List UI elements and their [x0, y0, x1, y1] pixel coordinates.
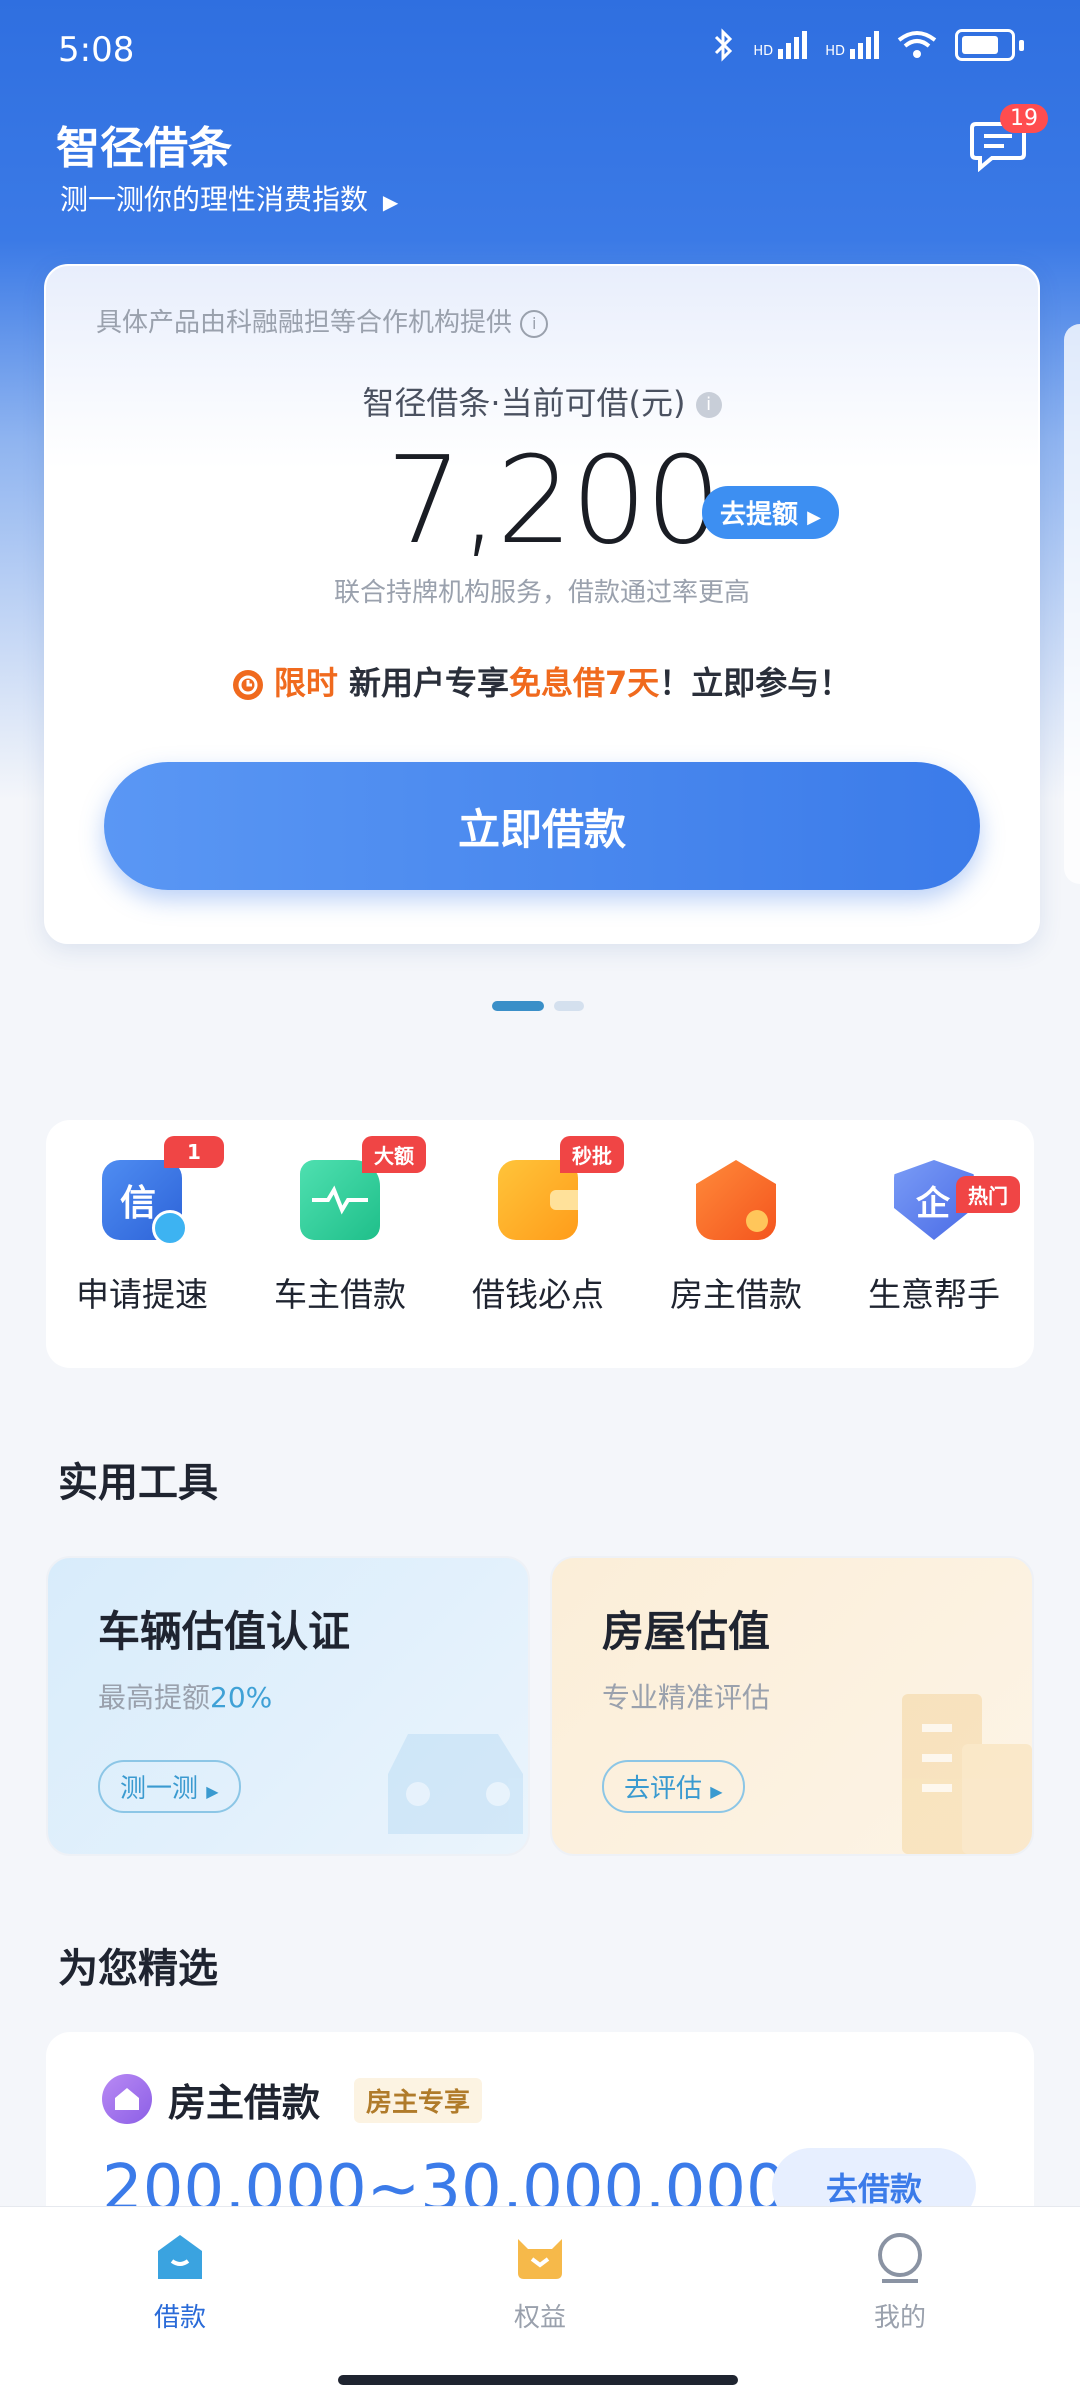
clock-icon: [232, 670, 263, 700]
consumption-index-link[interactable]: 测一测你的理性消费指数 ▶: [60, 178, 398, 218]
car-test-button[interactable]: 测一测 ▶: [98, 1760, 241, 1813]
promo-text-2: ！立即参与！: [659, 664, 852, 702]
car-illustration-icon: [388, 1734, 523, 1834]
info-icon: i: [520, 309, 549, 338]
service-label: 申请提速: [76, 1275, 208, 1314]
service-borrow-must[interactable]: 秒批 借钱必点: [448, 1136, 628, 1316]
house-valuation-sub: 专业精准评估: [602, 1681, 771, 1714]
home-indicator[interactable]: [338, 2375, 738, 2385]
borrow-tab-icon: [158, 2235, 202, 2279]
status-bar: 5:08 HD HD: [0, 0, 1080, 100]
service-car-loan[interactable]: 大额 车主借款: [250, 1136, 430, 1316]
credit-label: 智径借条·当前可借(元) i: [46, 378, 1038, 424]
car-loan-icon: 大额: [300, 1136, 426, 1240]
service-tag: 秒批: [560, 1136, 624, 1173]
house-valuation-card[interactable]: 房屋估值 专业精准评估 去评估 ▶: [550, 1556, 1034, 1856]
house-evaluate-button[interactable]: 去评估 ▶: [602, 1760, 745, 1813]
play-arrow-icon: ▶: [710, 1782, 723, 1801]
featured-item-tag: 房主专享: [354, 2078, 483, 2123]
car-valuation-sub-text: 最高提额: [98, 1681, 211, 1714]
tab-label: 权益: [513, 2303, 566, 2333]
service-tag: 大额: [362, 1136, 426, 1173]
credit-amount: 7,200: [386, 432, 722, 571]
service-tag: 1: [164, 1136, 224, 1168]
consumption-index-label: 测一测你的理性消费指数: [60, 183, 369, 216]
message-badge: 19: [1000, 104, 1048, 133]
bottom-tab-bar: 借款 权益 我的: [0, 2206, 1080, 2401]
profile-tab-icon: [878, 2233, 922, 2283]
partner-disclaimer-text: 具体产品由科融融担等合作机构提供: [96, 308, 513, 338]
promo-tag: 限时: [273, 664, 338, 702]
wallet-icon: 秒批: [498, 1136, 624, 1240]
featured-item-title: 房主借款: [168, 2081, 321, 2125]
promo-highlight: 免息借7天: [509, 664, 660, 702]
promo-banner[interactable]: 限时 新用户专享免息借7天！立即参与！: [46, 658, 1038, 704]
service-label: 生意帮手: [868, 1275, 1000, 1314]
play-arrow-icon: ▶: [206, 1782, 219, 1801]
tab-mine[interactable]: 我的: [800, 2229, 1000, 2334]
tab-label: 我的: [873, 2303, 926, 2333]
house-loan-icon: [102, 2074, 152, 2124]
service-tag: 热门: [956, 1176, 1020, 1213]
service-label: 房主借款: [670, 1275, 802, 1314]
house-valuation-title: 房屋估值: [602, 1607, 771, 1656]
partner-disclaimer[interactable]: 具体产品由科融融担等合作机构提供 i: [96, 302, 549, 339]
carousel-indicator: [492, 1001, 584, 1011]
tab-borrow[interactable]: 借款: [80, 2229, 280, 2334]
carousel-dot: [554, 1001, 584, 1011]
service-business-helper[interactable]: 企 热门 生意帮手: [844, 1160, 1024, 1316]
service-label: 借钱必点: [472, 1275, 604, 1314]
tab-benefits[interactable]: 权益: [440, 2229, 640, 2334]
raise-limit-button[interactable]: 去提额 ▶: [702, 486, 839, 539]
credit-speed-icon: 信 1: [102, 1136, 224, 1246]
signal-icon: HD: [753, 31, 808, 59]
car-valuation-sub-accent: 20%: [210, 1681, 273, 1714]
bluetooth-icon: [715, 28, 733, 62]
battery-icon: [955, 29, 1015, 61]
wifi-icon: [897, 31, 937, 58]
tools-section-title: 实用工具: [58, 1460, 218, 1506]
status-icons: HD HD: [713, 28, 1024, 62]
house-evaluate-label: 去评估: [624, 1774, 703, 1804]
car-valuation-title: 车辆估值认证: [98, 1607, 351, 1656]
building-illustration-icon: [902, 1694, 1032, 1854]
featured-section-title: 为您精选: [58, 1946, 218, 1992]
next-card-peek[interactable]: [1064, 324, 1080, 884]
credit-card: 具体产品由科融融担等合作机构提供 i 智径借条·当前可借(元) i 7,200 …: [44, 264, 1040, 944]
play-arrow-icon: ▶: [807, 507, 821, 528]
car-valuation-card[interactable]: 车辆估值认证 最高提额20% 测一测 ▶: [46, 1556, 530, 1856]
tab-label: 借款: [153, 2303, 206, 2333]
info-icon[interactable]: i: [695, 392, 722, 418]
benefits-tab-icon: [518, 2239, 562, 2279]
service-grid: 信 1 申请提速 大额 车主借款 秒批 借钱必点 房主借款 企 热门 生意帮手: [46, 1120, 1034, 1368]
credit-label-text: 智径借条·当前可借(元): [362, 384, 686, 422]
borrow-now-button[interactable]: 立即借款: [104, 762, 980, 890]
service-apply-speedup[interactable]: 信 1 申请提速: [52, 1136, 232, 1316]
raise-limit-label: 去提额: [720, 500, 799, 530]
message-button[interactable]: 19: [966, 104, 1048, 178]
house-loan-icon: [696, 1160, 776, 1240]
service-house-loan[interactable]: 房主借款: [646, 1160, 826, 1316]
promo-text-1: 新用户专享: [348, 664, 509, 702]
carousel-dot-active: [492, 1001, 544, 1011]
signal-icon-2: HD: [825, 31, 879, 59]
credit-note: 联合持牌机构服务，借款通过率更高: [333, 578, 750, 608]
car-test-label: 测一测: [120, 1774, 199, 1804]
status-time: 5:08: [58, 30, 135, 70]
app-title: 智径借条: [56, 123, 232, 174]
play-arrow-icon: ▶: [382, 190, 399, 214]
car-valuation-sub: 最高提额20%: [98, 1676, 272, 1716]
service-label: 车主借款: [274, 1275, 406, 1314]
